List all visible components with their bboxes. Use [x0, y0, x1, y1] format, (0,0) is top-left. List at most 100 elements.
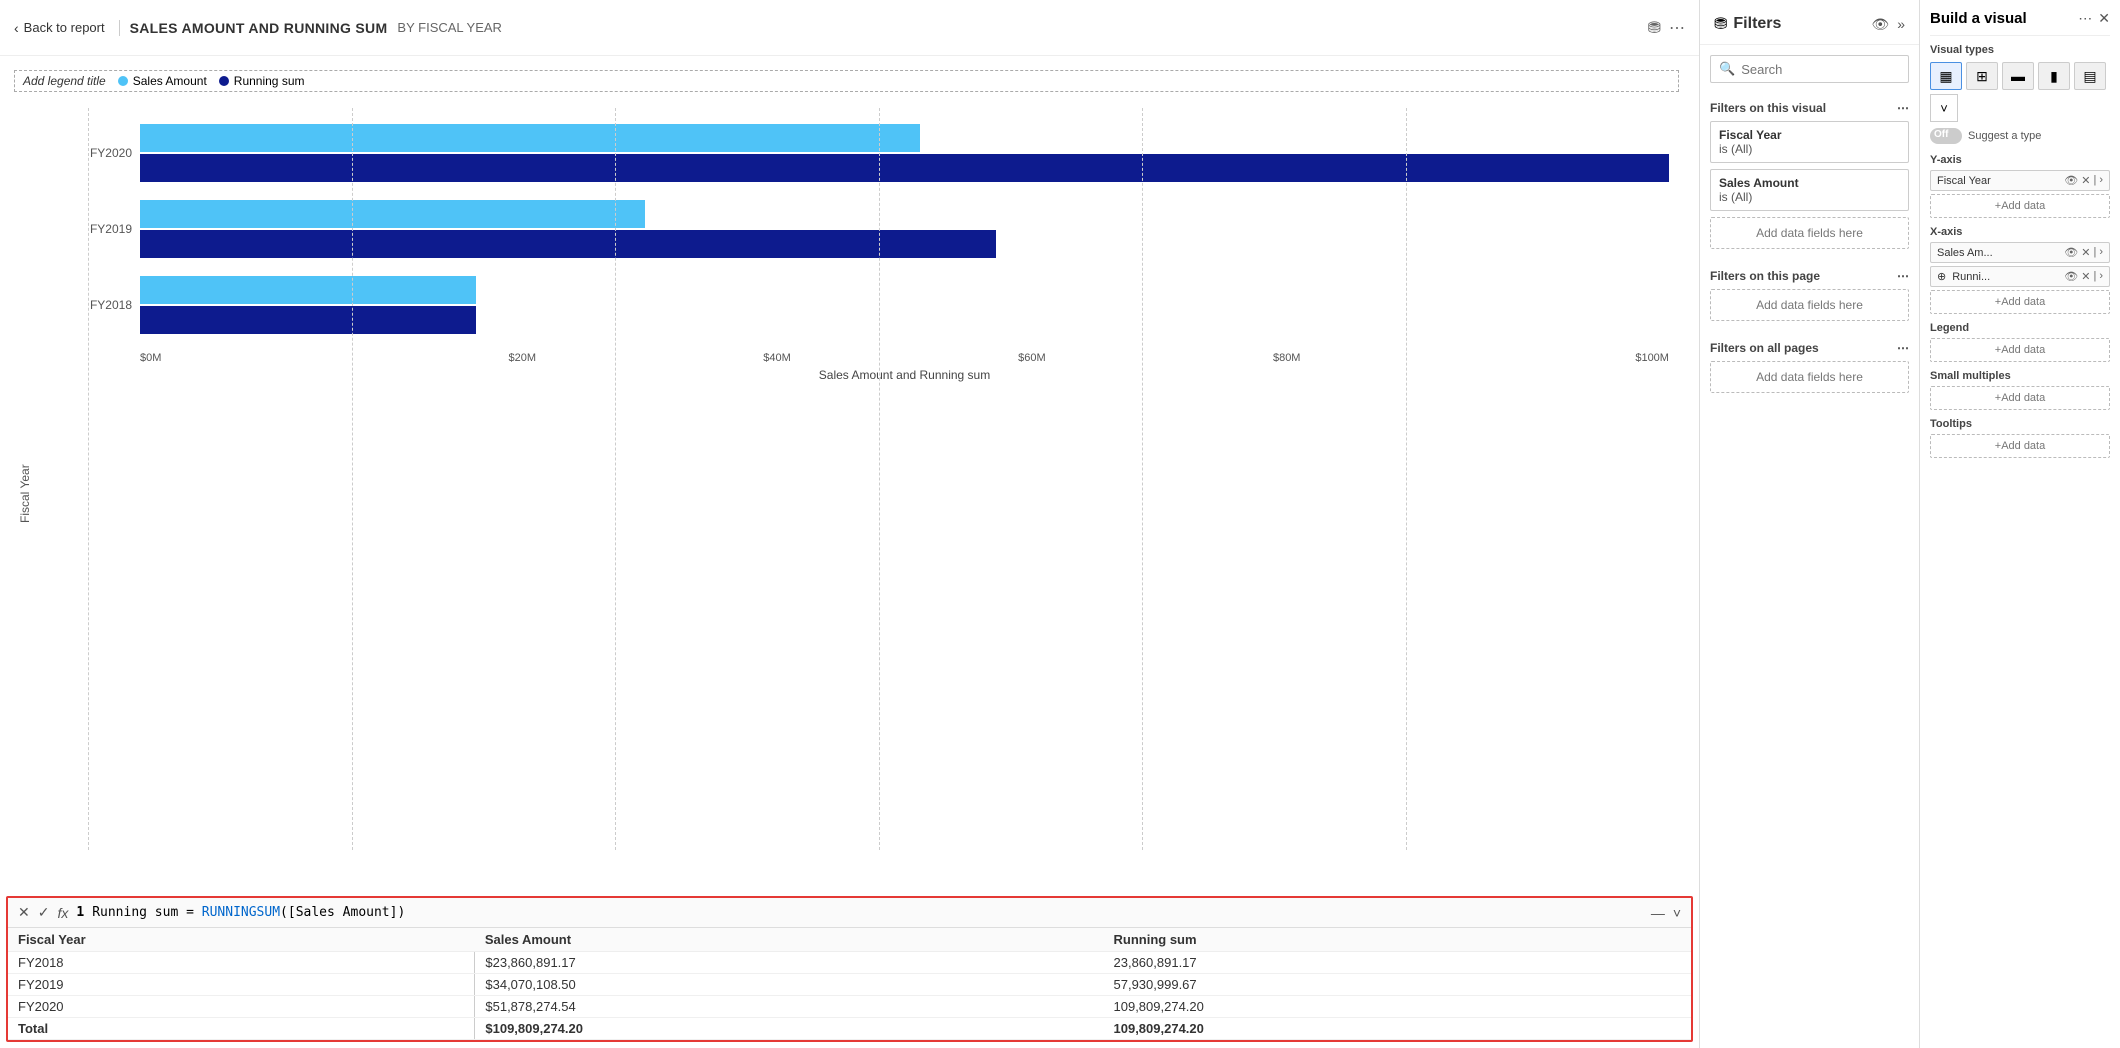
field-section-yaxis-label: Y-axis: [1930, 154, 2110, 166]
row-running-1: 57,930,999.67: [1104, 974, 1692, 996]
total-sales: $109,809,274.20: [475, 1018, 1104, 1040]
legend-item-running: Running sum: [219, 74, 305, 88]
x-axis-add-data[interactable]: +Add data: [1930, 290, 2110, 314]
chip-sales-eye[interactable]: 👁: [2064, 246, 2078, 259]
bar-running-fy2019: [140, 230, 996, 258]
filter-card-fiscal[interactable]: Fiscal Year is (All): [1710, 121, 1909, 163]
chip-running-eye[interactable]: 👁: [2064, 270, 2078, 283]
filter-section-page: Filters on this page ⋯ Add data fields h…: [1700, 261, 1919, 333]
chart-subtitle: BY FISCAL YEAR: [397, 20, 502, 35]
visual-type-table[interactable]: ▦: [1930, 62, 1962, 90]
row-sales-2: $51,878,274.54: [475, 996, 1104, 1018]
add-data-page[interactable]: Add data fields here: [1710, 289, 1909, 321]
bar-sales-fy2018: [140, 276, 476, 304]
row-running-2: 109,809,274.20: [1104, 996, 1692, 1018]
back-icon: ‹: [14, 20, 19, 36]
formula-bar: ✕ ✓ fx 1 Running sum = RUNNINGSUM([Sales…: [8, 898, 1691, 928]
build-more-icon[interactable]: ⋯: [2078, 10, 2092, 27]
chip-sales-close[interactable]: ✕: [2081, 246, 2090, 259]
build-panel: Build a visual ⋯ ✕ Visual types ▦ ⊞ ▬ ▮ …: [1920, 0, 2120, 1048]
back-label: Back to report: [24, 20, 105, 35]
legend-title[interactable]: Add legend title: [23, 74, 106, 88]
total-label: Total: [8, 1018, 475, 1040]
total-running: 109,809,274.20: [1104, 1018, 1692, 1040]
formula-collapse-icon[interactable]: —: [1651, 905, 1665, 921]
col-header-year: Fiscal Year: [8, 928, 475, 952]
filter-section-all-more[interactable]: ⋯: [1897, 341, 1909, 355]
table-row: FY2020 $51,878,274.54 109,809,274.20: [8, 996, 1691, 1018]
chip-close-icon[interactable]: ✕: [2081, 174, 2090, 187]
chip-expand-icon[interactable]: ›: [2099, 174, 2103, 187]
formula-confirm[interactable]: ✓: [38, 904, 50, 921]
legend-label-running: Running sum: [234, 74, 305, 88]
legend-item-sales: Sales Amount: [118, 74, 207, 88]
table-row: FY2019 $34,070,108.50 57,930,999.67: [8, 974, 1691, 996]
visual-type-bar-h[interactable]: ▬: [2002, 62, 2034, 90]
y-axis-label: Fiscal Year: [14, 108, 36, 880]
filters-expand-icon[interactable]: »: [1897, 16, 1905, 33]
bar-row-fy2020: FY2020: [88, 124, 1669, 182]
row-year-1: FY2019: [8, 974, 475, 996]
visual-types-row: ▦ ⊞ ▬ ▮ ▤ ˅: [1930, 62, 2110, 122]
filter-card-fiscal-title: Fiscal Year: [1719, 128, 1900, 142]
x-tick-2: $40M: [650, 352, 905, 364]
row-running-0: 23,860,891.17: [1104, 952, 1692, 974]
bar-label-fy2020: FY2020: [88, 146, 140, 160]
suggest-toggle[interactable]: Off: [1930, 128, 1962, 144]
row-sales-1: $34,070,108.50: [475, 974, 1104, 996]
visual-type-grid[interactable]: ▤: [2074, 62, 2106, 90]
formula-fx[interactable]: fx: [57, 905, 68, 921]
search-box[interactable]: 🔍: [1710, 55, 1909, 83]
x-tick-4: $80M: [1159, 352, 1414, 364]
filter-section-more-icon[interactable]: ⋯: [1897, 101, 1909, 115]
visual-type-dropdown[interactable]: ˅: [1930, 94, 1958, 122]
bar-sales-fy2019: [140, 200, 645, 228]
chip-running-close[interactable]: ✕: [2081, 270, 2090, 283]
chip-sep: |: [2093, 174, 2096, 187]
chip-running-calc-icon: ⊕: [1937, 270, 1946, 283]
data-panel: ✕ ✓ fx 1 Running sum = RUNNINGSUM([Sales…: [6, 896, 1693, 1042]
legend-add-data[interactable]: +Add data: [1930, 338, 2110, 362]
filter-card-sales[interactable]: Sales Amount is (All): [1710, 169, 1909, 211]
field-section-small-multiples-label: Small multiples: [1930, 370, 2110, 382]
chip-running-expand[interactable]: ›: [2099, 270, 2103, 283]
build-close-icon[interactable]: ✕: [2098, 10, 2110, 27]
filter-section-all: Filters on all pages ⋯ Add data fields h…: [1700, 333, 1919, 405]
tooltips-add-data[interactable]: +Add data: [1930, 434, 2110, 458]
x-tick-1: $20M: [395, 352, 650, 364]
formula-expression: Running sum = RUNNINGSUM([Sales Amount]): [92, 905, 405, 920]
filter-icon[interactable]: ⛃: [1648, 18, 1661, 38]
y-axis-add-data[interactable]: +Add data: [1930, 194, 2110, 218]
col-header-running: Running sum: [1104, 928, 1692, 952]
legend-label-sales: Sales Amount: [133, 74, 207, 88]
visual-type-matrix[interactable]: ⊞: [1966, 62, 1998, 90]
row-sales-0: $23,860,891.17: [475, 952, 1104, 974]
filter-section-page-more[interactable]: ⋯: [1897, 269, 1909, 283]
add-data-all[interactable]: Add data fields here: [1710, 361, 1909, 393]
chip-sales-expand[interactable]: ›: [2099, 246, 2103, 259]
x-tick-0: $0M: [140, 352, 395, 364]
visual-type-bar-v[interactable]: ▮: [2038, 62, 2070, 90]
field-chip-running[interactable]: ⊕ Runni... 👁 ✕ | ›: [1930, 266, 2110, 287]
back-to-report-button[interactable]: ‹ Back to report: [14, 20, 120, 36]
formula-line-num: 1: [76, 905, 84, 920]
filter-card-fiscal-sub: is (All): [1719, 142, 1900, 156]
more-options-icon[interactable]: ⋯: [1669, 18, 1685, 38]
filter-card-sales-sub: is (All): [1719, 190, 1900, 204]
field-section-tooltips-label: Tooltips: [1930, 418, 2110, 430]
chip-eye-icon[interactable]: 👁: [2064, 174, 2078, 187]
add-data-visual[interactable]: Add data fields here: [1710, 217, 1909, 249]
filter-section-visual-label: Filters on this visual: [1710, 101, 1826, 115]
field-chip-fiscal-year[interactable]: Fiscal Year 👁 ✕ | ›: [1930, 170, 2110, 191]
filters-eye-icon[interactable]: 👁: [1871, 16, 1889, 33]
field-chip-sales-amount[interactable]: Sales Am... 👁 ✕ | ›: [1930, 242, 2110, 263]
field-section-yaxis: Y-axis Fiscal Year 👁 ✕ | › +Add data: [1930, 154, 2110, 218]
bar-row-fy2019: FY2019: [88, 200, 1669, 258]
formula-expand-icon[interactable]: ˅: [1673, 905, 1681, 921]
small-multiples-add-data[interactable]: +Add data: [1930, 386, 2110, 410]
search-input[interactable]: [1741, 62, 1917, 77]
chip-running-sep: |: [2093, 270, 2096, 283]
x-tick-5: $100M: [1414, 352, 1669, 364]
x-axis-ticks: $0M $20M $40M $60M $80M $100M: [88, 352, 1669, 364]
formula-cancel[interactable]: ✕: [18, 904, 30, 921]
